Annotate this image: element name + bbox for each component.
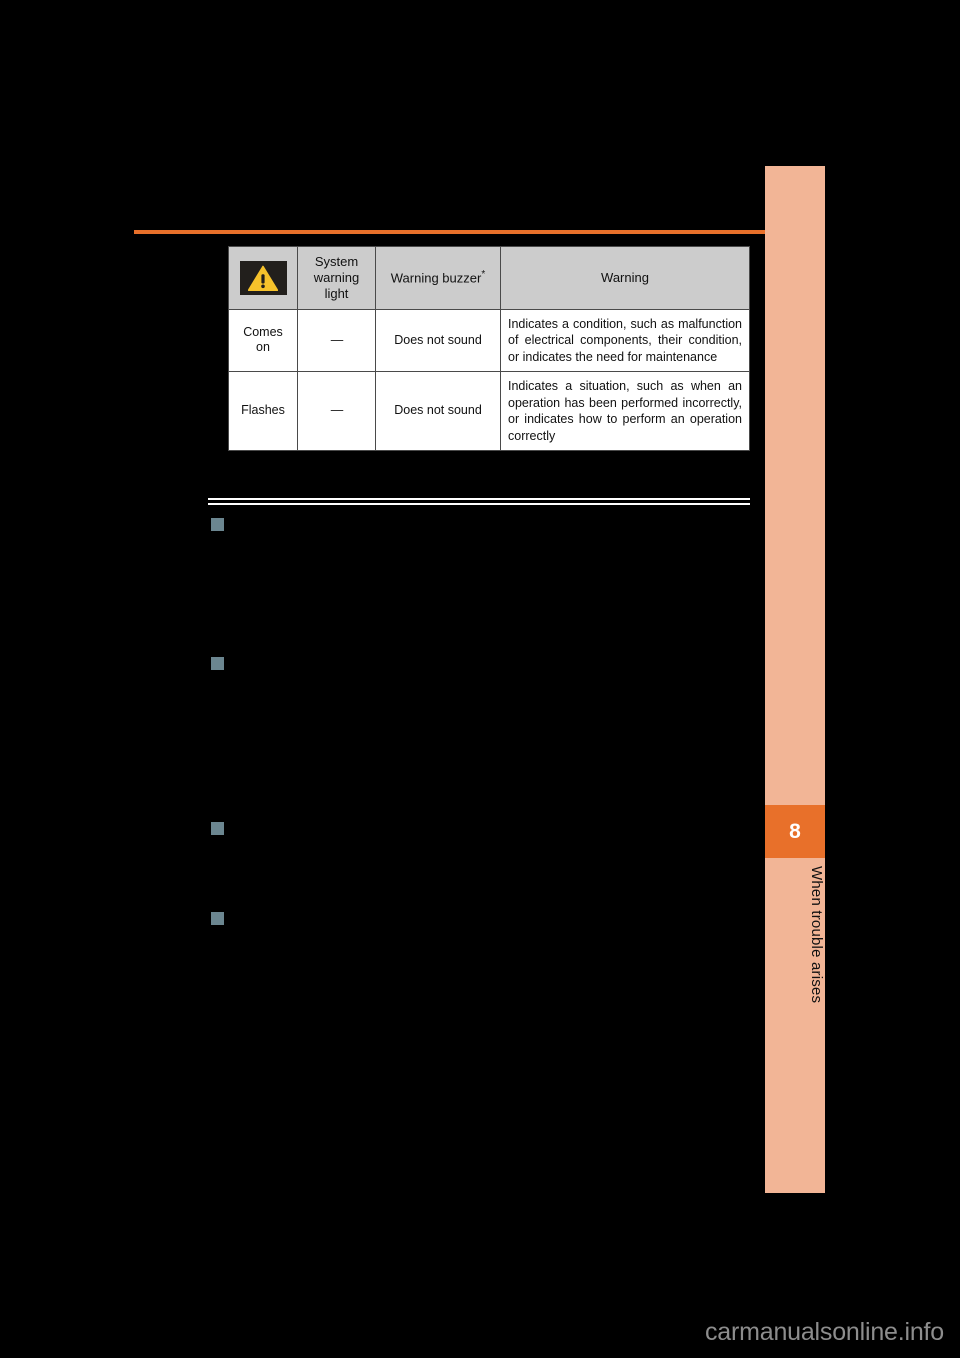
row-0-system-warning-light: — <box>297 308 376 373</box>
row-1-system-warning-light: — <box>297 371 376 452</box>
row-0-warning-description: Indicates a condition, such as malfuncti… <box>500 308 750 373</box>
warning-triangle-icon <box>239 260 287 295</box>
row-0-light-line-2: on <box>256 340 270 355</box>
row-0-light-state: Comes on <box>228 308 298 373</box>
section-bullet-4 <box>211 912 224 925</box>
table-row: Comes on — Does not sound Indicates a co… <box>228 308 750 373</box>
section-bullet-3 <box>211 822 224 835</box>
warning-indicator-table: System warning light Warning buzzer* War… <box>228 246 750 452</box>
chapter-title-vertical: When trouble arises <box>808 866 825 1004</box>
section-bullet-1 <box>211 518 224 531</box>
header-system-warning-light: System warning light <box>297 246 376 310</box>
page-canvas: 8 When trouble arises System warning lig… <box>0 0 960 1358</box>
row-0-light-line-1: Comes <box>243 324 283 339</box>
row-1-buzzer: Does not sound <box>375 371 501 452</box>
header-line-3: light <box>324 285 349 301</box>
table-row: Flashes — Does not sound Indicates a sit… <box>228 371 750 452</box>
section-body-3 <box>232 818 750 898</box>
section-body-4 <box>232 908 750 1108</box>
divider-line-upper <box>208 498 750 500</box>
source-watermark: carmanualsonline.info <box>704 1318 944 1346</box>
header-accent-rule <box>134 230 825 234</box>
table-header-row: System warning light Warning buzzer* War… <box>228 246 750 310</box>
footnote-asterisk: * <box>481 269 486 281</box>
section-bullet-2 <box>211 657 224 670</box>
header-warning-buzzer: Warning buzzer* <box>375 246 501 310</box>
section-divider-double-rule <box>208 498 750 507</box>
section-body-2 <box>232 653 750 803</box>
section-body-1 <box>232 514 750 634</box>
header-line-2: warning <box>313 269 360 285</box>
header-warning: Warning <box>500 246 750 310</box>
header-warning-buzzer-label: Warning buzzer <box>390 270 482 286</box>
row-1-light-state: Flashes <box>228 371 298 452</box>
chapter-number-tab[interactable]: 8 <box>765 805 825 858</box>
warning-triangle-icon-cell <box>228 246 298 310</box>
divider-line-lower <box>208 503 750 505</box>
header-line-1: System <box>314 254 359 269</box>
row-1-warning-description: Indicates a situation, such as when an o… <box>500 371 750 452</box>
row-0-buzzer: Does not sound <box>375 308 501 373</box>
